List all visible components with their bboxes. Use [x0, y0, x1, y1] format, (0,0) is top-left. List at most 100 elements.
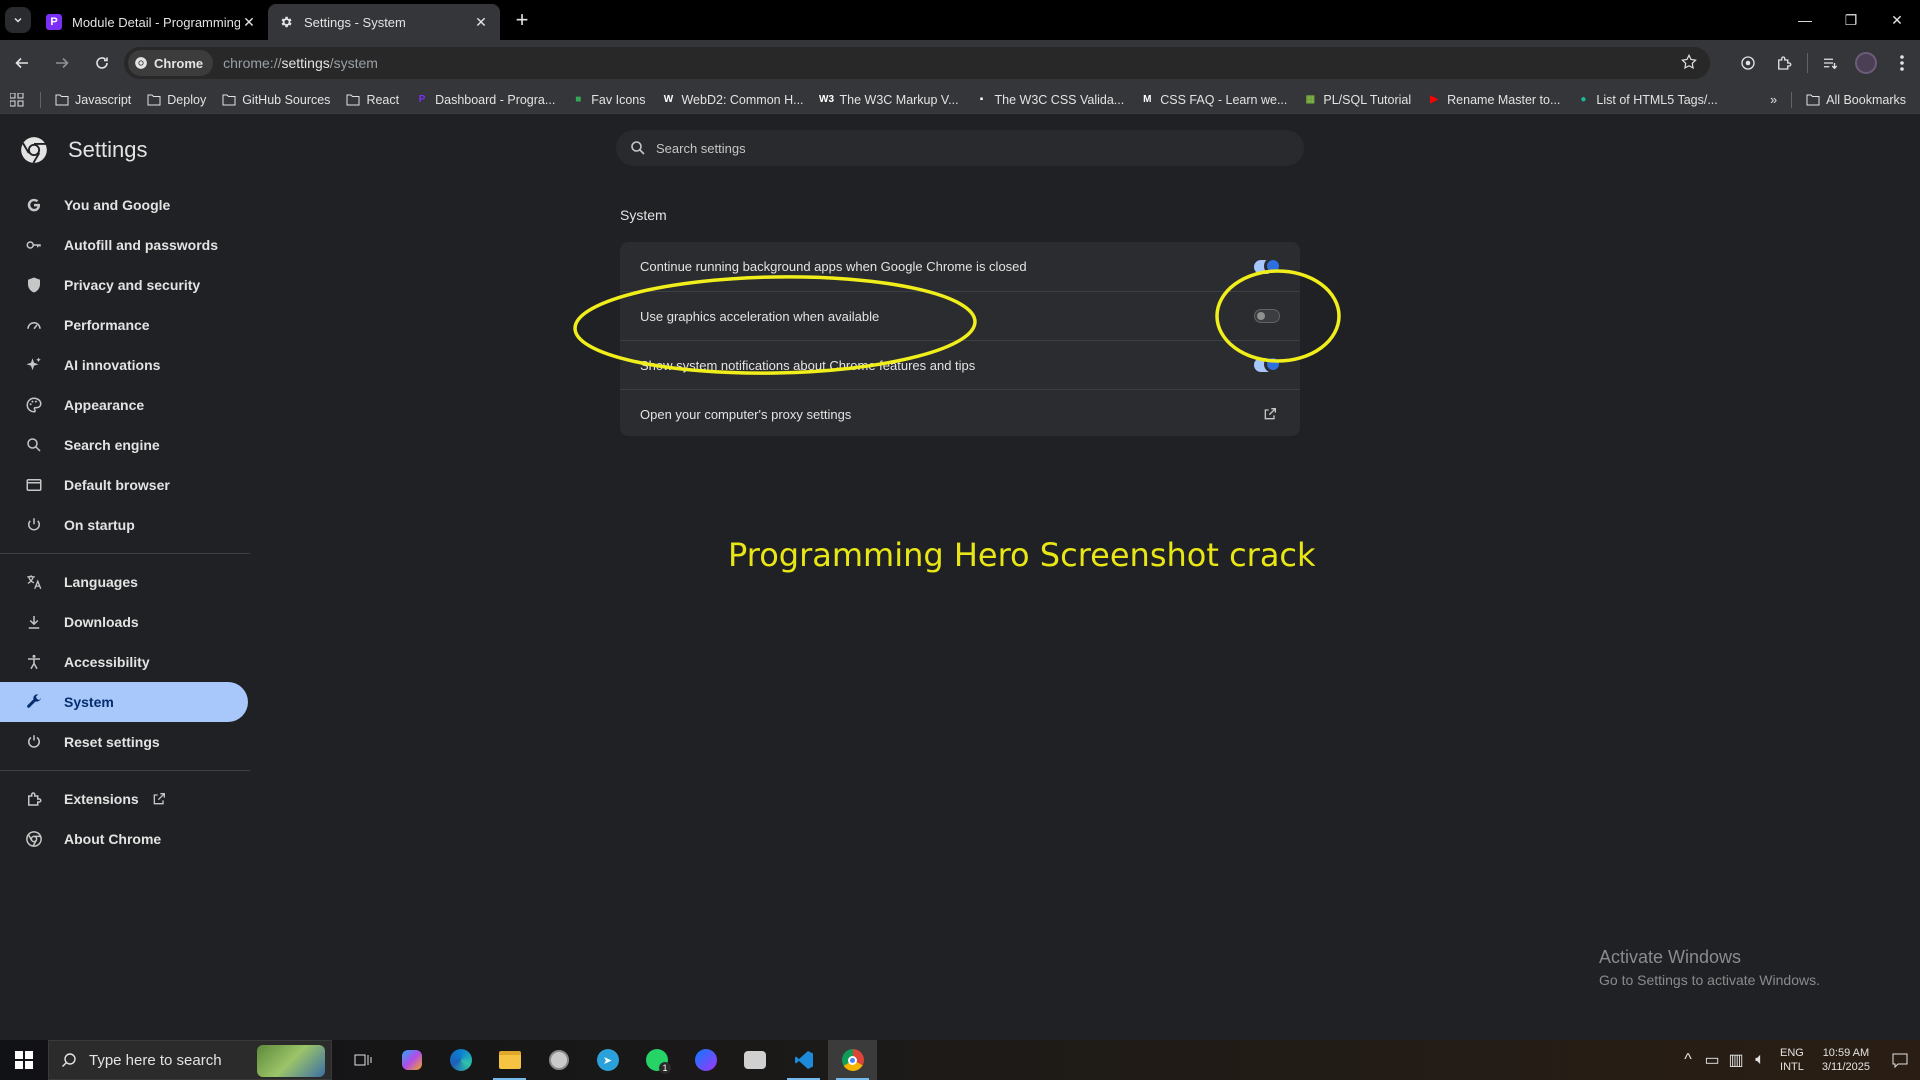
- bookmark-item[interactable]: ▦ PL/SQL Tutorial: [1295, 88, 1419, 112]
- taskbar-search-box[interactable]: Type here to search: [48, 1040, 332, 1080]
- bookmark-item[interactable]: M CSS FAQ - Learn we...: [1132, 88, 1295, 112]
- network-icon[interactable]: ▥: [1724, 1050, 1748, 1070]
- more-bookmarks-chevron-icon[interactable]: »: [1762, 88, 1785, 112]
- minimize-button[interactable]: —: [1782, 0, 1828, 40]
- vscode-icon[interactable]: [779, 1040, 828, 1080]
- bookmark-item[interactable]: P Dashboard - Progra...: [407, 88, 563, 112]
- close-icon[interactable]: ✕: [472, 13, 490, 31]
- app-misc-icon[interactable]: [730, 1040, 779, 1080]
- file-explorer-icon[interactable]: [485, 1040, 534, 1080]
- task-view-icon[interactable]: [338, 1040, 387, 1080]
- close-icon[interactable]: ✕: [240, 13, 258, 31]
- setting-row[interactable]: Open your computer's proxy settings: [620, 389, 1300, 438]
- toggle-switch[interactable]: [1254, 256, 1282, 275]
- bookmark-item[interactable]: W3 The W3C Markup V...: [812, 88, 967, 112]
- volume-icon[interactable]: 🔈︎: [1748, 1051, 1772, 1069]
- copilot-icon[interactable]: [387, 1040, 436, 1080]
- clock[interactable]: 10:59 AM 3/11/2025: [1822, 1046, 1870, 1074]
- messenger-icon[interactable]: [681, 1040, 730, 1080]
- bookmark-item[interactable]: ■ Fav Icons: [563, 88, 653, 112]
- toggle-switch[interactable]: [1254, 309, 1280, 323]
- bookmark-label: Javascript: [75, 92, 132, 107]
- sidebar-item-privacy-and-security[interactable]: Privacy and security: [0, 265, 248, 305]
- sidebar-item-accessibility[interactable]: Accessibility: [0, 642, 248, 682]
- app-globe-icon[interactable]: [534, 1040, 583, 1080]
- sidebar-item-search-engine[interactable]: Search engine: [0, 425, 248, 465]
- wrench-icon: [25, 693, 43, 711]
- whatsapp-icon[interactable]: 1: [632, 1040, 681, 1080]
- search-settings-input[interactable]: Search settings: [616, 130, 1304, 166]
- translate-icon: [25, 573, 43, 591]
- chevron-up-icon[interactable]: ^: [1676, 1051, 1700, 1069]
- sidebar-item-performance[interactable]: Performance: [0, 305, 248, 345]
- menu-kebab-icon[interactable]: [1884, 45, 1920, 81]
- browser-icon: [25, 476, 43, 494]
- setting-label: Open your computer's proxy settings: [640, 406, 852, 422]
- system-settings-card: Continue running background apps when Go…: [620, 242, 1300, 436]
- sidebar-item-default-browser[interactable]: Default browser: [0, 465, 248, 505]
- bookmark-item[interactable]: W WebD2: Common H...: [653, 88, 811, 112]
- sidebar-item-downloads[interactable]: Downloads: [0, 602, 248, 642]
- bookmark-label: CSS FAQ - Learn we...: [1160, 92, 1288, 107]
- sidebar-item-label: Appearance: [64, 397, 145, 413]
- bookmark-item[interactable]: GitHub Sources: [214, 88, 338, 112]
- setting-row[interactable]: Show system notifications about Chrome f…: [620, 340, 1300, 389]
- close-window-button[interactable]: ✕: [1874, 0, 1920, 40]
- chrome-taskbar-icon[interactable]: [828, 1040, 877, 1080]
- address-bar[interactable]: Chrome chrome://settings/system: [124, 47, 1710, 79]
- bookmark-item[interactable]: React: [338, 88, 407, 112]
- edge-icon[interactable]: [436, 1040, 485, 1080]
- site-chip[interactable]: Chrome: [128, 50, 214, 76]
- bookmark-label: Deploy: [167, 92, 207, 107]
- speedometer-icon: [25, 316, 43, 334]
- sidebar-item-on-startup[interactable]: On startup: [0, 505, 248, 545]
- sidebar-item-ai-innovations[interactable]: AI innovations: [0, 345, 248, 385]
- meet-icon[interactable]: ▭: [1700, 1050, 1724, 1070]
- language-indicator[interactable]: ENG INTL: [1780, 1046, 1804, 1074]
- setting-row[interactable]: Use graphics acceleration when available: [620, 291, 1300, 340]
- lens-icon[interactable]: [1730, 45, 1766, 81]
- back-button[interactable]: [4, 45, 40, 81]
- system-tray: ^ ▭ ▥ 🔈︎ ENG INTL 10:59 AM 3/11/2025: [1676, 1040, 1920, 1080]
- sidebar-item-label: Languages: [64, 574, 138, 590]
- reload-button[interactable]: [84, 45, 120, 81]
- sidebar-item-about-chrome[interactable]: About Chrome: [0, 819, 248, 859]
- sidebar-item-languages[interactable]: Languages: [0, 562, 248, 602]
- site-favicon-icon: W: [663, 94, 674, 105]
- open-in-new-icon[interactable]: [1260, 404, 1280, 424]
- notification-center-icon[interactable]: [1880, 1052, 1920, 1068]
- forward-button[interactable]: [44, 45, 80, 81]
- tab-settings-system[interactable]: Settings - System ✕: [268, 4, 500, 40]
- folder-icon: [147, 93, 161, 107]
- page-title: Settings: [68, 137, 148, 162]
- reading-list-icon[interactable]: [1812, 45, 1848, 81]
- setting-label: Show system notifications about Chrome f…: [640, 357, 976, 373]
- tab-search-button[interactable]: [0, 0, 36, 40]
- tab-module-detail[interactable]: P Module Detail - Programming Hero ✕: [36, 4, 268, 40]
- tab-title: Module Detail - Programming Hero: [72, 14, 240, 30]
- extensions-puzzle-icon[interactable]: [1766, 45, 1802, 81]
- sidebar-item-reset-settings[interactable]: Reset settings: [0, 722, 248, 762]
- bookmark-item[interactable]: Javascript: [47, 88, 139, 112]
- sidebar-item-autofill-and-passwords[interactable]: Autofill and passwords: [0, 225, 248, 265]
- sidebar-item-extensions[interactable]: Extensions: [0, 779, 248, 819]
- bookmark-item[interactable]: ● List of HTML5 Tags/...: [1568, 88, 1725, 112]
- bookmark-item[interactable]: ▪ The W3C CSS Valida...: [967, 88, 1133, 112]
- bookmark-item[interactable]: ▶ Rename Master to...: [1419, 88, 1568, 112]
- restore-button[interactable]: ❐: [1828, 0, 1874, 40]
- windows-start-icon[interactable]: [0, 1040, 48, 1080]
- bookmark-item[interactable]: Deploy: [139, 88, 214, 112]
- sidebar-item-you-and-google[interactable]: You and Google: [0, 185, 248, 225]
- sidebar-item-appearance[interactable]: Appearance: [0, 385, 248, 425]
- new-tab-button[interactable]: +: [504, 2, 540, 38]
- all-bookmarks-folder[interactable]: All Bookmarks: [1798, 88, 1914, 112]
- profile-avatar[interactable]: [1848, 45, 1884, 81]
- sidebar-item-system[interactable]: System: [0, 682, 248, 722]
- toggle-switch[interactable]: [1254, 355, 1282, 373]
- bookmark-star-icon[interactable]: [1680, 53, 1698, 76]
- setting-row[interactable]: Continue running background apps when Go…: [620, 242, 1300, 291]
- apps-grid-icon[interactable]: [0, 92, 34, 107]
- telegram-icon[interactable]: ➤: [583, 1040, 632, 1080]
- bookmark-label: The W3C Markup V...: [839, 92, 959, 107]
- site-favicon-icon: ■: [575, 94, 582, 105]
